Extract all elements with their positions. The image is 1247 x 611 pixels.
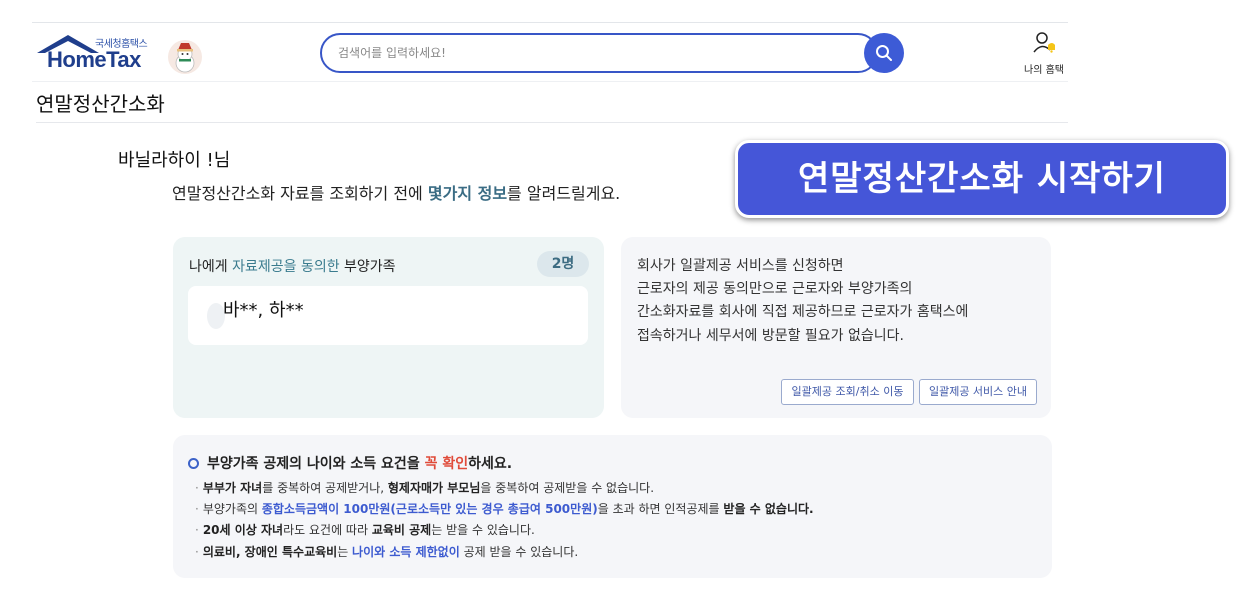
logo-wordmark: HomeTax — [47, 47, 141, 72]
notice-text: 을 중복하여 공제받을 수 없습니다. — [480, 481, 655, 495]
site-header: 국세청홈택스 HomeTax 나의 홈택 — [32, 22, 1068, 82]
intro-highlight: 몇가지 정보 — [427, 184, 508, 203]
my-hometax-button[interactable]: 나의 홈택 — [1018, 29, 1070, 76]
dependents-title-pre: 나에게 — [189, 259, 233, 275]
bullet-dot-icon: · — [195, 481, 199, 495]
notice-title-post: 하세요. — [468, 456, 513, 472]
notice-text: 라도 요건에 따라 — [283, 523, 372, 537]
start-simplified-service-button[interactable]: 연말정산간소화 시작하기 — [735, 140, 1229, 218]
title-divider — [36, 122, 1068, 123]
info-line: 접속하거나 세무서에 방문할 필요가 없습니다. — [637, 328, 904, 344]
notice-blue: 나이와 소득 제한없이 — [352, 545, 460, 559]
user-bell-icon — [1033, 32, 1055, 53]
notice-text: 는 — [337, 545, 353, 559]
notice-bold: 의료비, 장애인 특수교육비 — [202, 545, 338, 559]
consenting-dependents-card: 나에게 자료제공을 동의한 부양가족 2명 바**, 하** — [173, 237, 604, 418]
notice-line: · 20세 이상 자녀라도 요건에 따라 교육비 공제는 받을 수 있습니다. — [195, 521, 535, 538]
info-line: 간소화자료를 회사에 직접 제공하므로 근로자가 홈택스에 — [637, 304, 969, 320]
notice-line: · 의료비, 장애인 특수교육비는 나이와 소득 제한없이 공제 받을 수 있습니… — [195, 543, 578, 560]
notice-bold: 형제자매가 부모님 — [387, 481, 481, 495]
notice-bold: 부부가 자녀 — [202, 481, 263, 495]
info-line: 근로자의 제공 동의만으로 근로자와 부양가족의 — [637, 281, 913, 297]
user-greeting: 바닐라하이 !님 — [118, 150, 231, 171]
search-icon — [876, 45, 892, 61]
bulk-lookup-cancel-button[interactable]: 일괄제공 조회/취소 이동 — [781, 379, 914, 405]
notice-text: 는 받을 수 있습니다. — [431, 523, 535, 537]
notice-text: 공제 받을 수 있습니다. — [459, 545, 579, 559]
dependents-title-post: 부양가족 — [339, 259, 396, 275]
notice-blue: 종합소득금액이 100만원(근로소득만 있는 경우 총급여 500만원) — [261, 502, 598, 516]
intro-text: 연말정산간소화 자료를 조회하기 전에 몇가지 정보를 알려드릴게요. — [172, 180, 620, 204]
notice-text: 을 초과 하면 인적공제를 — [597, 502, 724, 516]
notice-text: 를 중복하여 공제받거나, — [262, 481, 388, 495]
circle-bullet-icon — [188, 457, 199, 469]
intro-pre: 연말정산간소화 자료를 조회하기 전에 — [172, 184, 428, 203]
bullet-dot-icon: · — [195, 523, 199, 537]
info-line: 회사가 일괄제공 서비스를 신청하면 — [637, 258, 844, 274]
page-title: 연말정산간소화 — [36, 92, 165, 116]
dependents-count-badge: 2명 — [537, 251, 589, 277]
dependents-card-title: 나에게 자료제공을 동의한 부양가족 — [189, 256, 396, 276]
search-bar — [320, 33, 878, 73]
dependent-requirements-notice: 부양가족 공제의 나이와 소득 요건을 꼭 확인하세요. · 부부가 자녀를 중복… — [173, 435, 1052, 578]
notice-bold: 교육비 공제 — [371, 523, 432, 537]
dependents-names: 바**, 하** — [223, 300, 304, 321]
notice-text: 부양가족의 — [202, 502, 262, 516]
hometax-logo[interactable]: 국세청홈택스 HomeTax — [37, 31, 202, 79]
search-input[interactable] — [336, 42, 840, 64]
notice-title-pre: 부양가족 공제의 나이와 소득 요건을 — [207, 456, 425, 472]
notice-bold: 20세 이상 자녀 — [202, 523, 284, 537]
dependents-names-box: 바**, 하** — [188, 286, 588, 345]
my-hometax-label: 나의 홈택 — [1024, 65, 1064, 76]
bullet-dot-icon: · — [195, 502, 199, 516]
notice-title: 부양가족 공제의 나이와 소득 요건을 꼭 확인하세요. — [188, 453, 512, 473]
notice-bold: 받을 수 없습니다. — [723, 502, 814, 516]
search-button[interactable] — [864, 33, 904, 73]
snowman-mascot-icon — [168, 40, 202, 74]
notice-title-red: 꼭 확인 — [424, 456, 469, 472]
intro-post: 를 알려드릴게요. — [507, 184, 621, 203]
notice-line: · 부부가 자녀를 중복하여 공제받거나, 형제자매가 부모님을 중복하여 공제받… — [195, 479, 654, 496]
bulk-provision-info-card: 회사가 일괄제공 서비스를 신청하면 근로자의 제공 동의만으로 근로자와 부양… — [621, 237, 1051, 418]
bulk-service-guide-button[interactable]: 일괄제공 서비스 안내 — [919, 379, 1037, 405]
bullet-dot-icon: · — [195, 545, 199, 559]
notice-line: · 부양가족의 종합소득금액이 100만원(근로소득만 있는 경우 총급여 500… — [195, 500, 814, 517]
dependents-title-highlight: 자료제공을 동의한 — [232, 259, 340, 275]
